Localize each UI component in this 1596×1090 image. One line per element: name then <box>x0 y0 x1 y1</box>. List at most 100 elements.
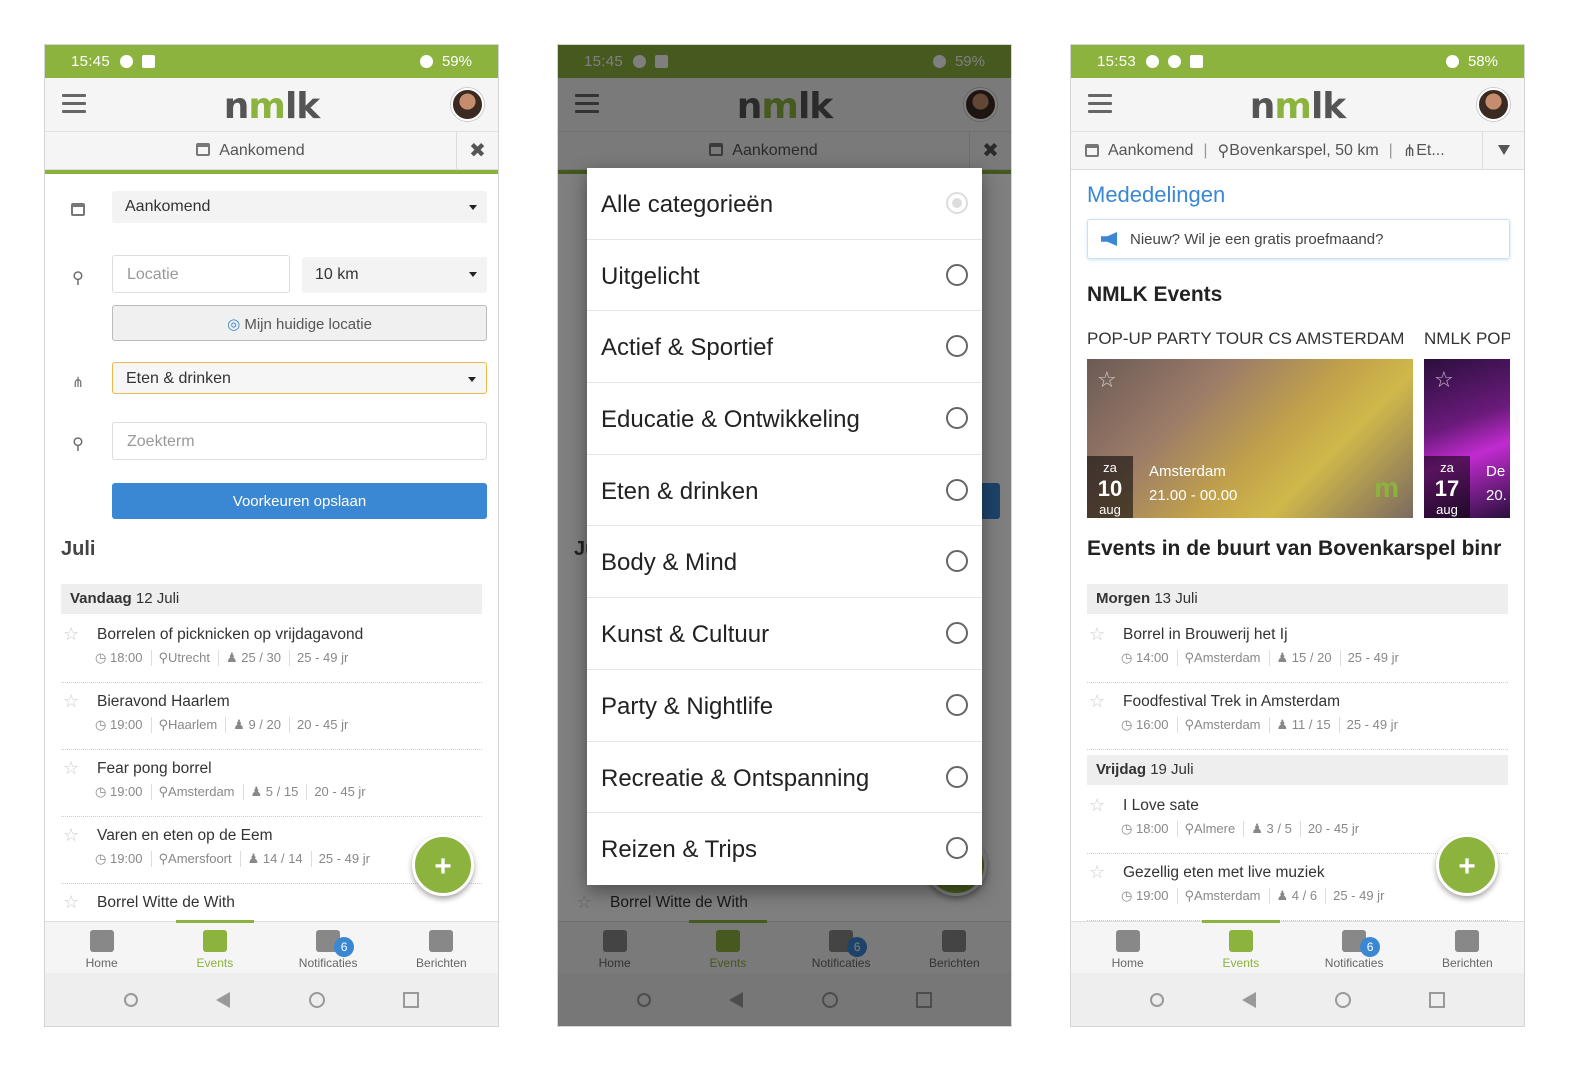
my-location-button[interactable]: ◎ Mijn huidige locatie <box>112 305 487 341</box>
battery-level: 59% <box>441 53 472 70</box>
chevron-down-icon <box>469 205 477 210</box>
nav-notifications[interactable]: 6 Notificaties <box>1298 922 1411 973</box>
back-icon[interactable] <box>1242 991 1257 1008</box>
back-icon[interactable] <box>216 991 231 1008</box>
close-icon[interactable]: ✖ <box>456 131 498 170</box>
star-icon[interactable]: ☆ <box>1089 691 1105 712</box>
chevron-down-icon <box>469 272 477 277</box>
category-option[interactable]: Alle categorieën <box>587 168 982 240</box>
nav-notifications[interactable]: 6 Notificaties <box>272 922 385 973</box>
add-event-button[interactable]: + <box>1436 834 1498 896</box>
radio-icon <box>946 693 968 716</box>
save-preferences-button[interactable]: Voorkeuren opslaan <box>112 483 487 519</box>
radio-icon <box>946 837 968 860</box>
nav-home[interactable]: Home <box>45 922 158 973</box>
announcement-item[interactable]: Nieuw? Wil je een gratis proefmaand? <box>1087 219 1510 259</box>
spotify-icon <box>1146 55 1160 68</box>
menu-icon[interactable] <box>62 94 86 114</box>
list-item[interactable]: ☆ Foodfestival Trek in Amsterdam ◷ 16:00 ⚲A… <box>1087 683 1508 750</box>
whatsapp-icon <box>1168 55 1182 68</box>
search-input[interactable]: Zoekterm <box>112 422 487 460</box>
star-icon[interactable]: ☆ <box>1089 624 1105 645</box>
phone-screen-filter: 15:45 59% nmlk Aankomend ✖ Aankomend ⚲ L… <box>44 44 499 1027</box>
signal-icon <box>419 55 433 68</box>
card-info: Amsterdam 21.00 - 00.00 <box>1149 463 1238 504</box>
nmlk-logo: nmlk <box>1249 86 1346 127</box>
event-image <box>1087 359 1413 518</box>
filter-location: Bovenkarspel, 50 km <box>1229 141 1379 159</box>
home-icon <box>89 930 114 952</box>
category-option[interactable]: Kunst & Cultuur <box>587 598 982 670</box>
home-circle-icon[interactable] <box>1334 991 1351 1008</box>
category-option[interactable]: Reizen & Trips <box>587 813 982 885</box>
envelope-icon <box>429 930 454 952</box>
sitemap-icon: ⋔ <box>72 374 84 390</box>
filter-bar[interactable]: Aankomend ✖ <box>45 131 498 170</box>
radio-icon <box>946 335 968 358</box>
list-item[interactable]: ☆ Borrel in Brouwerij het Ij ◷ 14:00 ⚲Amste… <box>1087 616 1508 683</box>
nav-events[interactable]: Events <box>1184 920 1297 973</box>
recents-icon[interactable] <box>402 991 419 1008</box>
phone-screen-category-picker: 15:45 59% nmlk Aankomend ✖ Ju ☆Borrel Wi… <box>557 44 1012 1027</box>
star-icon[interactable]: ☆ <box>63 624 79 645</box>
menu-icon[interactable] <box>1088 94 1112 114</box>
assistant-icon[interactable] <box>1150 992 1165 1007</box>
system-nav <box>1071 973 1524 1026</box>
image-icon <box>142 55 156 68</box>
star-icon[interactable]: ☆ <box>63 825 79 846</box>
nav-home[interactable]: Home <box>1071 922 1184 973</box>
nmlk-m-logo: m <box>1374 472 1399 503</box>
list-item[interactable]: ☆ Borrel Witte de With <box>61 884 482 922</box>
star-icon[interactable]: ☆ <box>1089 862 1105 883</box>
assistant-icon[interactable] <box>124 992 139 1007</box>
search-icon: ⚲ <box>72 436 84 453</box>
nav-messages[interactable]: Berichten <box>1411 922 1524 973</box>
category-option[interactable]: Party & Nightlife <box>587 670 982 742</box>
location-input[interactable]: Locatie <box>112 255 290 293</box>
list-item[interactable]: ☆ Bieravond Haarlem ◷ 19:00 ⚲Haarlem ♟ 9 / 2… <box>61 683 482 750</box>
status-time: 15:53 <box>1097 53 1137 70</box>
system-nav <box>45 973 498 1026</box>
category-option[interactable]: Body & Mind <box>587 526 982 599</box>
category-option[interactable]: Recreatie & Ontspanning <box>587 742 982 814</box>
list-item[interactable]: ☆ Borrelen of picknicken op vrijdagavond ◷… <box>61 616 482 683</box>
recents-icon[interactable] <box>1428 991 1445 1008</box>
category-option[interactable]: Eten & drinken <box>587 455 982 527</box>
bottom-nav: Home Events 6Notificaties Berichten <box>45 920 498 973</box>
star-icon[interactable]: ☆ <box>1097 367 1117 393</box>
star-icon[interactable]: ☆ <box>1434 367 1454 393</box>
nmlk-logo: nmlk <box>223 86 320 127</box>
chevron-down-icon <box>468 377 476 382</box>
category-select[interactable]: Eten & drinken <box>112 362 487 394</box>
list-item[interactable]: ☆ Fear pong borrel ◷ 19:00 ⚲Amsterdam ♟ 5 / … <box>61 750 482 817</box>
megaphone-icon <box>1101 232 1117 246</box>
nav-messages[interactable]: Berichten <box>385 922 498 973</box>
add-event-button[interactable]: + <box>412 834 474 896</box>
category-option[interactable]: Educatie & Ontwikkeling <box>587 383 982 455</box>
category-option[interactable]: Actief & Sportief <box>587 311 982 384</box>
bottom-nav: Home Events 6Notificaties Berichten <box>1071 920 1524 973</box>
event-card[interactable]: ☆ za 10 aug Amsterdam 21.00 - 00.00 m <box>1087 359 1413 518</box>
calendar-icon <box>202 930 227 952</box>
star-icon[interactable]: ☆ <box>63 758 79 779</box>
star-icon[interactable]: ☆ <box>1089 795 1105 816</box>
avatar[interactable] <box>451 88 484 121</box>
event-card[interactable]: ☆ za 17 aug De 20. <box>1424 359 1510 518</box>
nav-events[interactable]: Events <box>158 920 271 973</box>
phone-screen-events-overview: 15:53 58% nmlk Aankomend | ⚲ Bovenkarspel… <box>1070 44 1525 1027</box>
date-badge: za 10 aug <box>1087 456 1133 518</box>
category-dialog: Alle categorieën Uitgelicht Actief & Spo… <box>587 168 982 885</box>
period-select[interactable]: Aankomend <box>112 191 487 223</box>
home-circle-icon[interactable] <box>308 991 325 1008</box>
category-option[interactable]: Uitgelicht <box>587 240 982 312</box>
day-header: Morgen 13 Juli <box>1087 584 1508 614</box>
star-icon[interactable]: ☆ <box>63 892 79 913</box>
star-icon[interactable]: ☆ <box>63 691 79 712</box>
map-marker-icon: ⚲ <box>1217 142 1230 160</box>
filter-bar[interactable]: Aankomend | ⚲ Bovenkarspel, 50 km | ⋔ Et..… <box>1071 132 1524 170</box>
filter-icon[interactable] <box>1482 132 1524 169</box>
filter-category: Et... <box>1416 141 1445 159</box>
distance-select[interactable]: 10 km <box>302 257 487 293</box>
calendar-icon <box>1228 930 1253 952</box>
avatar[interactable] <box>1477 88 1510 121</box>
